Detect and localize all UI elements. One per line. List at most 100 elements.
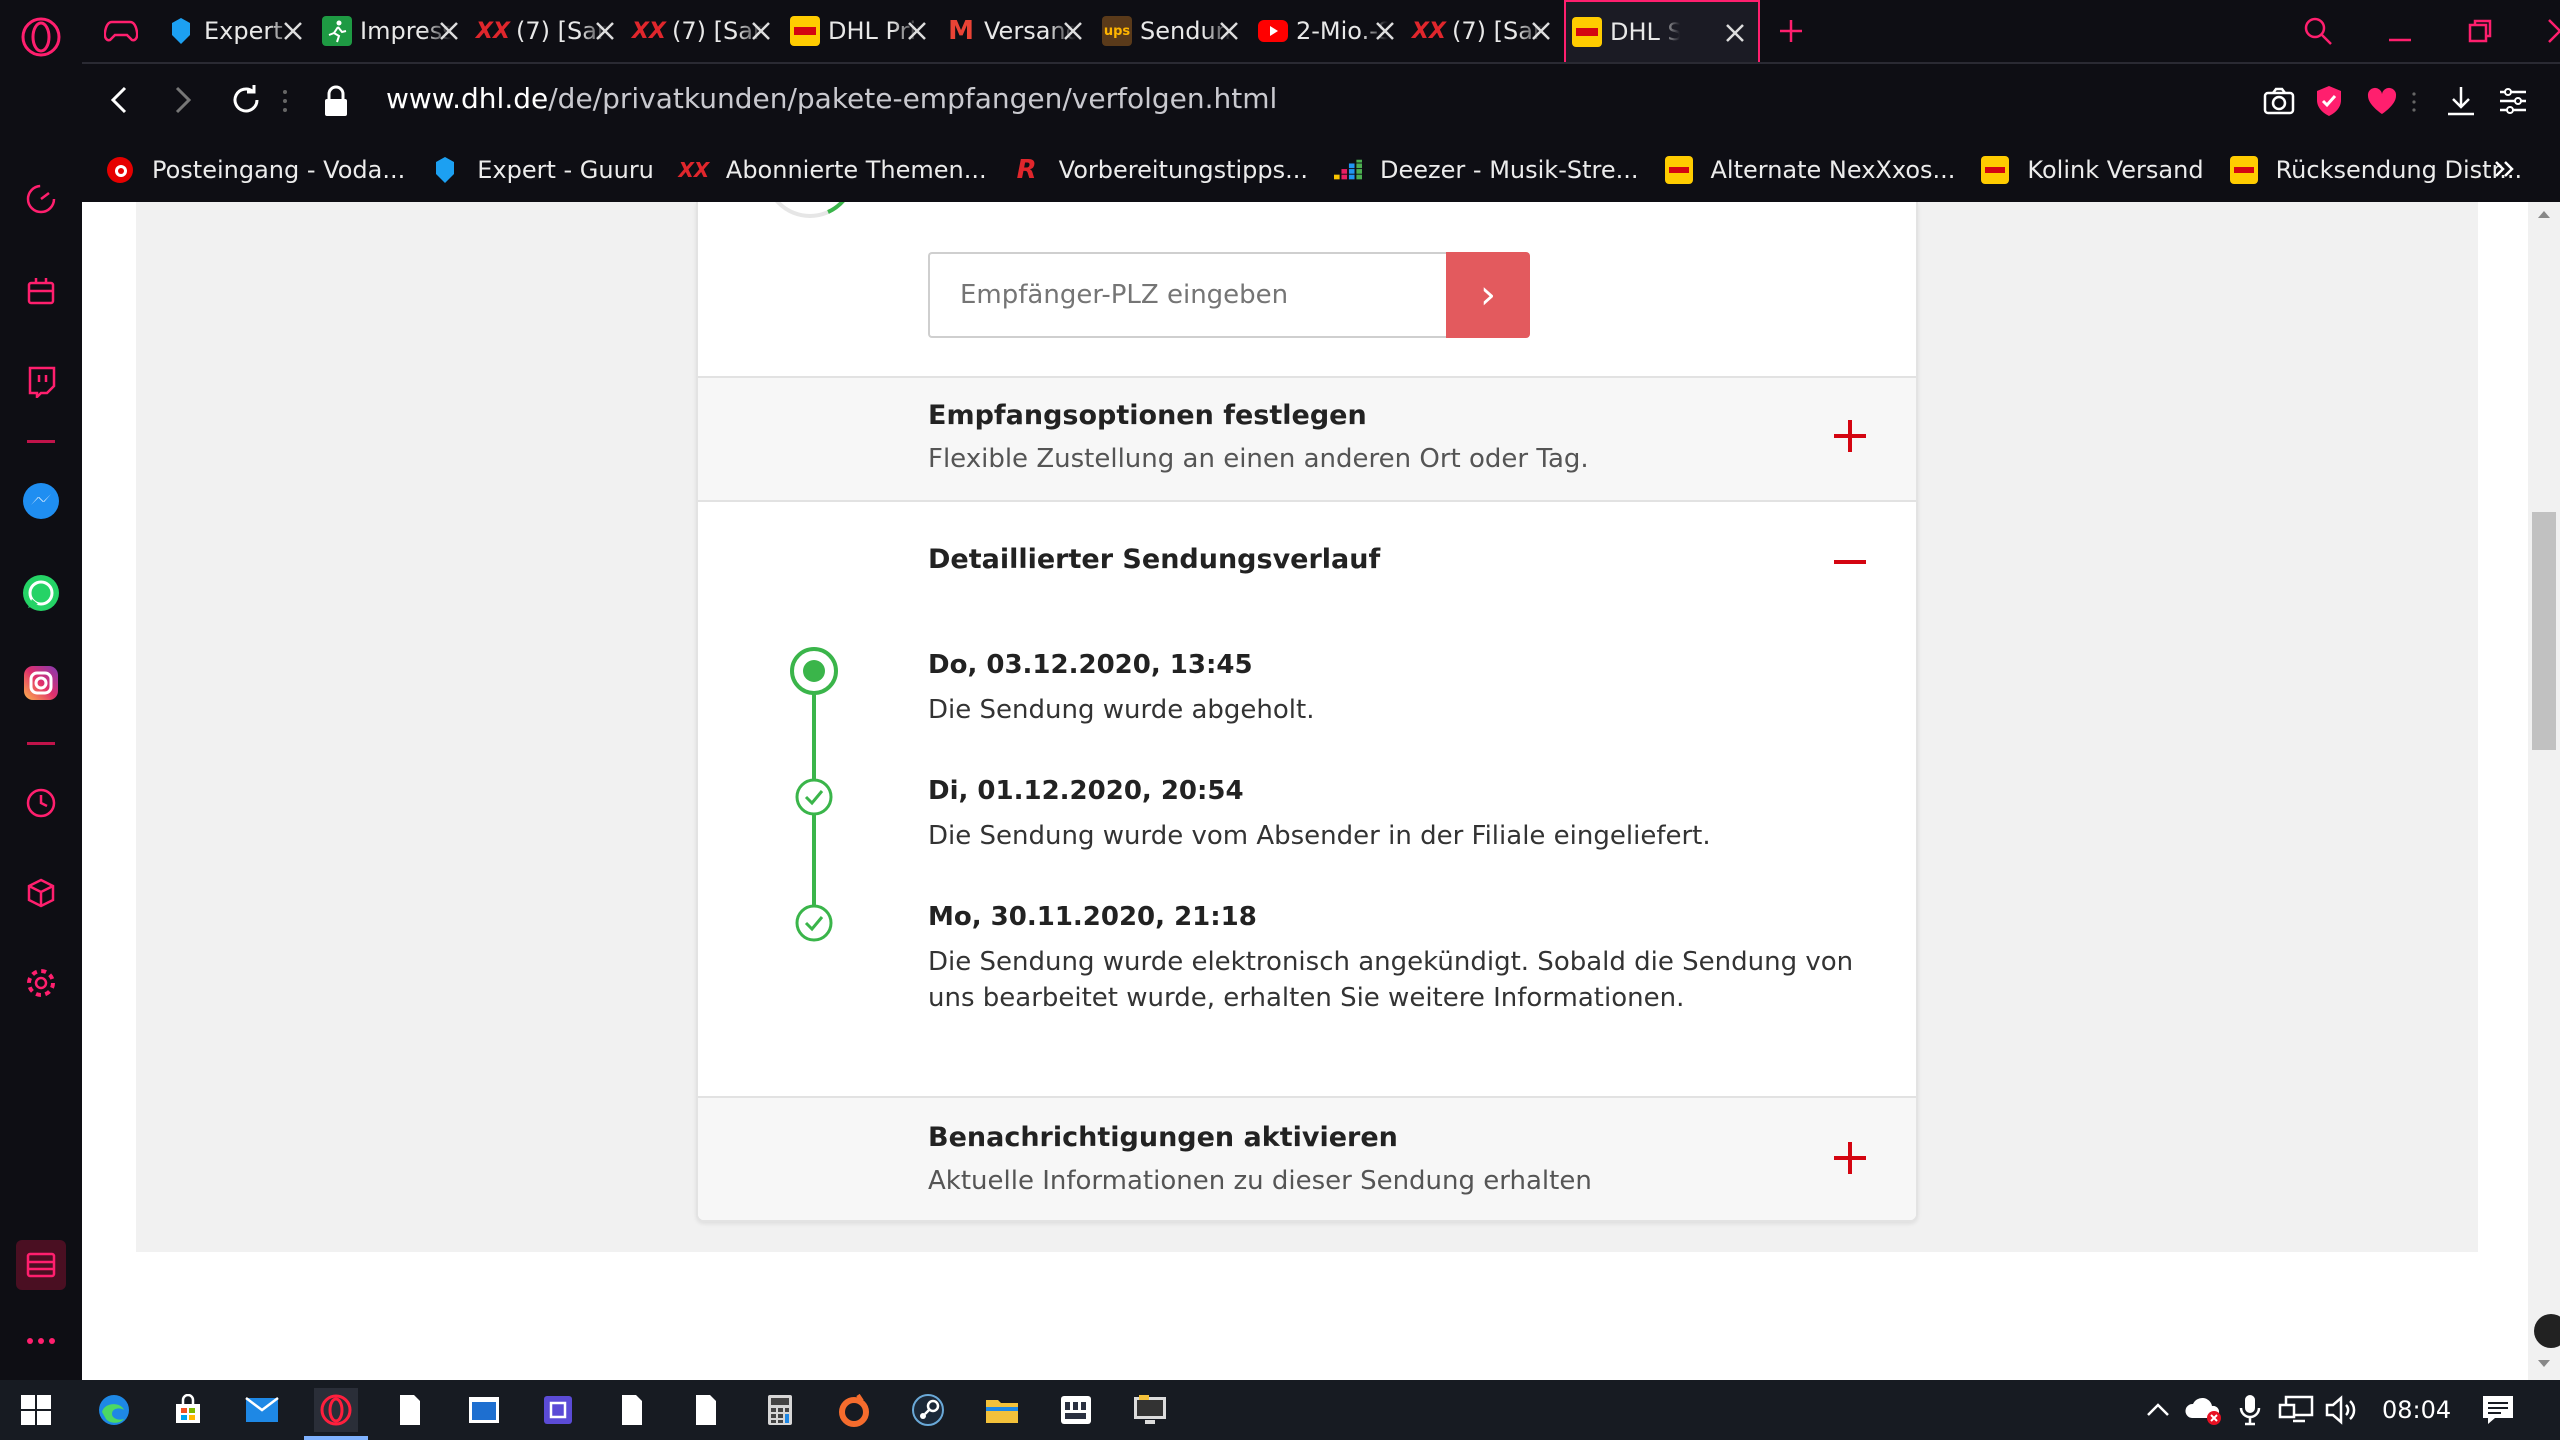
floating-round-button[interactable] <box>2534 1314 2560 1348</box>
plz-input-box <box>928 252 1446 338</box>
tab-4[interactable]: DHL Priv <box>784 0 940 62</box>
document-icon[interactable] <box>610 1388 654 1432</box>
collapse-minus-icon[interactable] <box>1830 542 1870 582</box>
my-flow-heart-icon[interactable] <box>2366 86 2398 120</box>
back-arrow-icon[interactable] <box>102 82 138 122</box>
close-tab-icon[interactable] <box>1718 16 1752 50</box>
show-hidden-icons-chevron-icon[interactable] <box>2136 1388 2180 1432</box>
snapshot-camera-icon[interactable] <box>2262 84 2296 122</box>
adblock-shield-icon[interactable] <box>2314 84 2344 122</box>
settings-gear-icon[interactable] <box>18 960 64 1006</box>
document-icon[interactable] <box>684 1388 728 1432</box>
address-bar: www.dhl.de/de/privatkunden/pakete-empfan… <box>82 62 2560 138</box>
tab-7[interactable]: 2-Mio.-S <box>1252 0 1408 62</box>
scroll-down-arrow-icon[interactable] <box>2536 1358 2552 1370</box>
network-icon[interactable] <box>2274 1388 2318 1432</box>
expand-plus-icon[interactable] <box>1830 416 1870 456</box>
bookmark-7[interactable]: Rücksendung Distr... <box>2229 156 2522 184</box>
minimize-window-icon[interactable] <box>2360 0 2440 62</box>
bookmark-6[interactable]: Kolink Versand <box>1981 156 2204 184</box>
calculator-icon[interactable] <box>758 1388 802 1432</box>
gamepad-icon[interactable] <box>82 0 160 62</box>
tab-6[interactable]: ups Sendung <box>1096 0 1252 62</box>
easy-setup-menu-icon[interactable] <box>2496 84 2530 122</box>
taskbar-clock[interactable]: 08:04 <box>2382 1396 2451 1424</box>
scroll-up-arrow-icon[interactable] <box>2536 208 2552 220</box>
new-tab-plus-icon[interactable] <box>1760 0 1822 62</box>
edge-icon[interactable] <box>92 1388 136 1432</box>
bookmark-4[interactable]: Deezer - Musik-Stre... <box>1334 156 1639 184</box>
volume-icon[interactable] <box>2320 1388 2364 1432</box>
monitor-app-icon[interactable] <box>1128 1388 1172 1432</box>
options-row[interactable] <box>698 378 1916 500</box>
plz-submit-button[interactable]: › <box>1446 252 1530 338</box>
bookmark-3[interactable]: R Vorbereitungstipps... <box>1013 155 1309 185</box>
bookmark-label: Vorbereitungstipps... <box>1058 156 1309 184</box>
guuru-favicon-icon <box>166 16 196 46</box>
tab-0[interactable]: Expert - <box>160 0 316 62</box>
more-dots-icon[interactable] <box>18 1318 64 1364</box>
close-tab-icon[interactable] <box>900 14 934 48</box>
microphone-icon[interactable] <box>2228 1388 2272 1432</box>
bookmark-5[interactable]: Alternate NexXxos... <box>1664 156 1955 184</box>
close-tab-icon[interactable] <box>276 14 310 48</box>
bookmark-0[interactable]: Posteingang - Voda... <box>106 156 405 184</box>
speed-dial-icon[interactable] <box>18 176 64 222</box>
file-explorer-icon[interactable] <box>980 1388 1024 1432</box>
microsoft-store-icon[interactable] <box>166 1388 210 1432</box>
action-center-notifications-icon[interactable] <box>2476 1388 2520 1432</box>
forward-arrow-icon[interactable] <box>164 82 200 122</box>
opera-logo-icon[interactable] <box>18 14 64 60</box>
options-title: Empfangsoptionen festlegen <box>928 400 1367 431</box>
news-icon[interactable] <box>18 268 64 314</box>
close-tab-icon[interactable] <box>432 14 466 48</box>
close-tab-icon[interactable] <box>1056 14 1090 48</box>
window-app-icon[interactable] <box>462 1388 506 1432</box>
extensions-icon[interactable] <box>18 870 64 916</box>
mail-icon[interactable] <box>240 1388 284 1432</box>
restore-window-icon[interactable] <box>2440 0 2520 62</box>
steam-icon[interactable] <box>906 1388 950 1432</box>
tab-2[interactable]: XX (7) [Sam <box>472 0 628 62</box>
taskbar-opera-icon[interactable] <box>304 1388 368 1440</box>
onedrive-error-icon[interactable] <box>2182 1388 2226 1432</box>
close-tab-icon[interactable] <box>1368 14 1402 48</box>
close-tab-icon[interactable] <box>744 14 778 48</box>
history-title[interactable]: Detaillierter Sendungsverlauf <box>928 544 1380 575</box>
tab-5[interactable]: M Versand <box>940 0 1096 62</box>
tab-1[interactable]: Impressum <box>316 0 472 62</box>
workspaces-icon[interactable] <box>16 1240 66 1290</box>
close-window-icon[interactable] <box>2520 0 2560 62</box>
tab-9-active[interactable]: DHL Sen <box>1564 0 1760 62</box>
history-icon[interactable] <box>18 780 64 826</box>
reload-icon[interactable] <box>228 82 264 122</box>
bookmark-1[interactable]: Expert - Guuru <box>431 156 654 184</box>
origin-icon[interactable] <box>832 1388 876 1432</box>
expand-plus-icon[interactable] <box>1830 1138 1870 1178</box>
close-tab-icon[interactable] <box>1524 14 1558 48</box>
windows-start-icon[interactable] <box>14 1388 58 1432</box>
plz-input[interactable] <box>930 254 1446 336</box>
tab-8[interactable]: XX (7) [Sam <box>1408 0 1564 62</box>
notify-row[interactable] <box>698 1098 1916 1220</box>
whatsapp-icon[interactable] <box>18 570 64 616</box>
url-text[interactable]: www.dhl.de/de/privatkunden/pakete-empfan… <box>386 82 1277 115</box>
scrollbar-thumb[interactable] <box>2532 512 2556 750</box>
bookmarks-overflow-chevron-icon[interactable] <box>2490 154 2518 188</box>
site-info-dots-icon[interactable] <box>282 86 288 120</box>
close-tab-icon[interactable] <box>1212 14 1246 48</box>
vertical-scrollbar[interactable] <box>2528 202 2560 1380</box>
instagram-icon[interactable] <box>18 660 64 706</box>
tab-search-icon[interactable] <box>2278 0 2358 62</box>
messenger-icon[interactable] <box>18 478 64 524</box>
twitch-icon[interactable] <box>18 358 64 404</box>
tab-3[interactable]: XX (7) [Sam <box>628 0 784 62</box>
processor-app-icon[interactable] <box>536 1388 580 1432</box>
url-path: /de/privatkunden/pakete-empfangen/verfol… <box>548 82 1278 115</box>
close-tab-icon[interactable] <box>588 14 622 48</box>
keyboard-app-icon[interactable] <box>1054 1388 1098 1432</box>
document-icon[interactable] <box>388 1388 432 1432</box>
downloads-icon[interactable] <box>2444 84 2478 122</box>
lock-icon[interactable] <box>322 84 350 122</box>
bookmark-2[interactable]: XX Abonnierte Themen... <box>678 156 986 184</box>
